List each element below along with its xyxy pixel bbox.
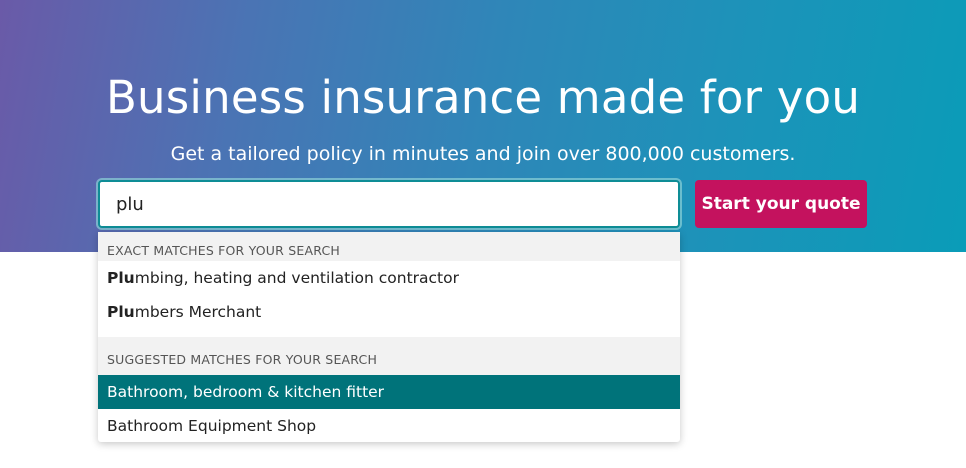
match-highlight: Plu (107, 303, 135, 321)
exact-match-option[interactable]: Plumbing, heating and ventilation contra… (98, 261, 680, 295)
page-title: Business insurance made for you (105, 71, 861, 124)
match-highlight: Plu (107, 269, 135, 287)
page-subtitle: Get a tailored policy in minutes and joi… (170, 143, 796, 165)
exact-matches-header: EXACT MATCHES FOR YOUR SEARCH (98, 232, 680, 261)
suggested-match-option[interactable]: Bathroom Equipment Shop (98, 409, 680, 443)
suggested-match-option-highlighted[interactable]: Bathroom, bedroom & kitchen fitter (98, 375, 680, 409)
start-quote-button[interactable]: Start your quote (695, 180, 867, 228)
autocomplete-dropdown: EXACT MATCHES FOR YOUR SEARCH Plumbing, … (98, 232, 680, 442)
option-label: mbing, heating and ventilation contracto… (134, 269, 459, 287)
suggested-matches-header: SUGGESTED MATCHES FOR YOUR SEARCH (98, 337, 680, 375)
business-type-search-input[interactable] (98, 180, 680, 228)
exact-match-option[interactable]: Plumbers Merchant (98, 295, 680, 329)
option-label: mbers Merchant (134, 303, 262, 321)
